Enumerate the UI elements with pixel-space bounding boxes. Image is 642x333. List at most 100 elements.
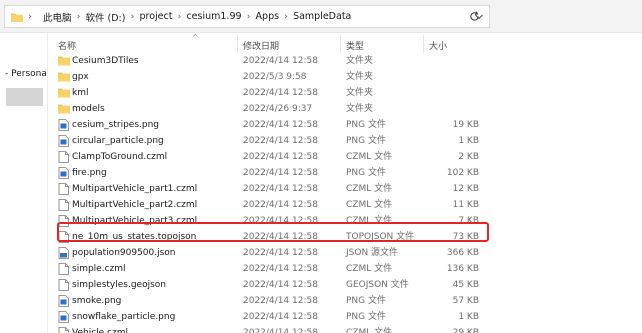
json-file-icon — [58, 247, 70, 259]
column-size[interactable]: 大小 — [429, 39, 447, 52]
file-row[interactable]: population909500.json 2022/4/14 12:58 JSON… — [48, 245, 642, 261]
file-row[interactable]: fire.png 2022/4/14 12:58 PNG 文件 102 KB — [48, 165, 642, 181]
file-modified-date: 2022/4/14 12:58 — [243, 312, 318, 322]
navigation-pane: - Persona — [0, 33, 48, 333]
file-name: Vehicle.czml — [72, 328, 128, 333]
file-modified-date: 2022/4/14 12:58 — [243, 152, 318, 162]
file-type: PNG 文件 — [346, 312, 386, 322]
file-size: 12 KB — [452, 184, 479, 194]
refresh-button[interactable] — [463, 5, 485, 28]
file-row[interactable]: kml 2022/4/14 12:58 文件夹 — [48, 85, 642, 101]
file-modified-date: 2022/4/26 9:37 — [243, 104, 313, 114]
file-name: simple.czml — [72, 264, 126, 274]
folder-icon — [11, 12, 23, 22]
file-modified-date: 2022/4/14 12:58 — [243, 168, 318, 178]
chevron-right-icon: › — [28, 11, 32, 22]
breadcrumb-item[interactable]: 软件 (D:) — [86, 10, 126, 24]
nav-item-personal[interactable]: - Persona — [5, 69, 47, 79]
breadcrumb-item[interactable]: SampleData — [293, 11, 351, 22]
file-size: 1 KB — [458, 136, 479, 146]
file-name: smoke.png — [72, 296, 122, 306]
file-name: MultipartVehicle_part3.czml — [72, 216, 198, 226]
file-modified-date: 2022/4/14 12:58 — [243, 232, 318, 242]
file-type: CZML 文件 — [346, 200, 393, 210]
document-file-icon — [58, 215, 70, 227]
file-size: 11 KB — [452, 200, 479, 210]
document-file-icon — [58, 183, 70, 195]
file-type: CZML 文件 — [346, 152, 393, 162]
file-size: 1 KB — [458, 312, 479, 322]
image-file-icon — [58, 167, 70, 179]
file-row[interactable]: MultipartVehicle_part3.czml 2022/4/14 12:… — [48, 213, 642, 229]
breadcrumb-item[interactable]: project — [139, 11, 172, 22]
file-name: circular_particle.png — [72, 136, 164, 146]
breadcrumb-item[interactable]: 此电脑 — [43, 10, 72, 24]
file-row[interactable]: MultipartVehicle_part1.czml 2022/4/14 12:… — [48, 181, 642, 197]
file-row[interactable]: snowflake_particle.png 2022/4/14 12:58 PNG… — [48, 309, 642, 325]
file-size: 73 KB — [452, 232, 479, 242]
folder-icon — [58, 55, 70, 67]
column-type[interactable]: 类型 — [346, 39, 364, 52]
file-row[interactable]: Vehicle.czml 2022/4/14 12:58 CZML 文件 29 KB — [48, 325, 642, 333]
column-date[interactable]: 修改日期 — [243, 39, 279, 52]
chevron-right-icon[interactable]: › — [242, 12, 256, 22]
chevron-right-icon[interactable]: › — [125, 12, 139, 22]
file-modified-date: 2022/4/14 12:58 — [243, 216, 318, 226]
file-modified-date: 2022/4/14 12:58 — [243, 248, 318, 258]
file-row[interactable]: simple.czml 2022/4/14 12:58 CZML 文件 136 KB — [48, 261, 642, 277]
document-file-icon — [58, 279, 70, 291]
file-name: fire.png — [72, 168, 107, 178]
file-row[interactable]: simplestyles.geojson 2022/4/14 12:58 GEOJS… — [48, 277, 642, 293]
file-row[interactable]: Cesium3DTiles 2022/4/14 12:58 文件夹 — [48, 53, 642, 69]
column-name[interactable]: 名称 — [58, 39, 76, 52]
file-type: 文件夹 — [346, 56, 374, 66]
file-type: PNG 文件 — [346, 168, 386, 178]
file-row[interactable]: ClampToGround.czml 2022/4/14 12:58 CZML 文件… — [48, 149, 642, 165]
breadcrumb-item[interactable]: cesium1.99 — [186, 11, 241, 22]
file-row[interactable]: ne_10m_us_states.topojson 2022/4/14 12:58… — [48, 229, 642, 245]
chevron-right-icon[interactable]: › — [72, 12, 86, 22]
folder-icon — [58, 87, 70, 99]
file-modified-date: 2022/5/3 9:58 — [243, 72, 307, 82]
file-row[interactable]: gpx 2022/5/3 9:58 文件夹 — [48, 69, 642, 85]
file-row[interactable]: circular_particle.png 2022/4/14 12:58 PNG … — [48, 133, 642, 149]
nav-item-selected[interactable] — [6, 88, 43, 106]
file-type: GEOJSON 文件 — [346, 280, 409, 290]
column-divider[interactable] — [237, 35, 238, 53]
file-name: kml — [72, 88, 89, 98]
document-file-icon — [58, 263, 70, 275]
file-modified-date: 2022/4/14 12:58 — [243, 200, 318, 210]
file-size: 19 KB — [452, 120, 479, 130]
file-type: JSON 源文件 — [346, 248, 399, 258]
file-name: MultipartVehicle_part2.czml — [72, 200, 198, 210]
breadcrumb-item[interactable]: Apps — [256, 11, 280, 22]
file-name: population909500.json — [72, 248, 176, 258]
column-divider[interactable] — [423, 35, 424, 53]
file-name: snowflake_particle.png — [72, 312, 176, 322]
chevron-right-icon[interactable]: › — [172, 12, 186, 22]
file-type: CZML 文件 — [346, 184, 393, 194]
file-name: cesium_stripes.png — [72, 120, 159, 130]
file-row[interactable]: MultipartVehicle_part2.czml 2022/4/14 12:… — [48, 197, 642, 213]
file-modified-date: 2022/4/14 12:58 — [243, 296, 318, 306]
image-file-icon — [58, 135, 70, 147]
address-bar[interactable]: › 此电脑 › 软件 (D:) › project › cesium1.99 ›… — [4, 5, 490, 28]
refresh-icon — [469, 11, 479, 21]
sort-ascending-icon: ^ — [192, 33, 199, 42]
file-name: Cesium3DTiles — [72, 56, 139, 66]
file-size: 136 KB — [446, 264, 479, 274]
file-type: TOPOJSON 文件 — [346, 232, 415, 242]
chevron-right-icon[interactable]: › — [279, 12, 293, 22]
file-type: PNG 文件 — [346, 296, 386, 306]
file-row[interactable]: smoke.png 2022/4/14 12:58 PNG 文件 57 KB — [48, 293, 642, 309]
file-row[interactable]: models 2022/4/26 9:37 文件夹 — [48, 101, 642, 117]
document-file-icon — [58, 327, 70, 333]
file-modified-date: 2022/4/14 12:58 — [243, 56, 318, 66]
file-row[interactable]: cesium_stripes.png 2022/4/14 12:58 PNG 文件 1… — [48, 117, 642, 133]
file-name: ClampToGround.czml — [72, 152, 168, 162]
file-name: MultipartVehicle_part1.czml — [72, 184, 198, 194]
column-divider[interactable] — [340, 35, 341, 53]
file-size: 45 KB — [452, 280, 479, 290]
file-type: PNG 文件 — [346, 120, 386, 130]
file-size: 102 KB — [446, 168, 479, 178]
